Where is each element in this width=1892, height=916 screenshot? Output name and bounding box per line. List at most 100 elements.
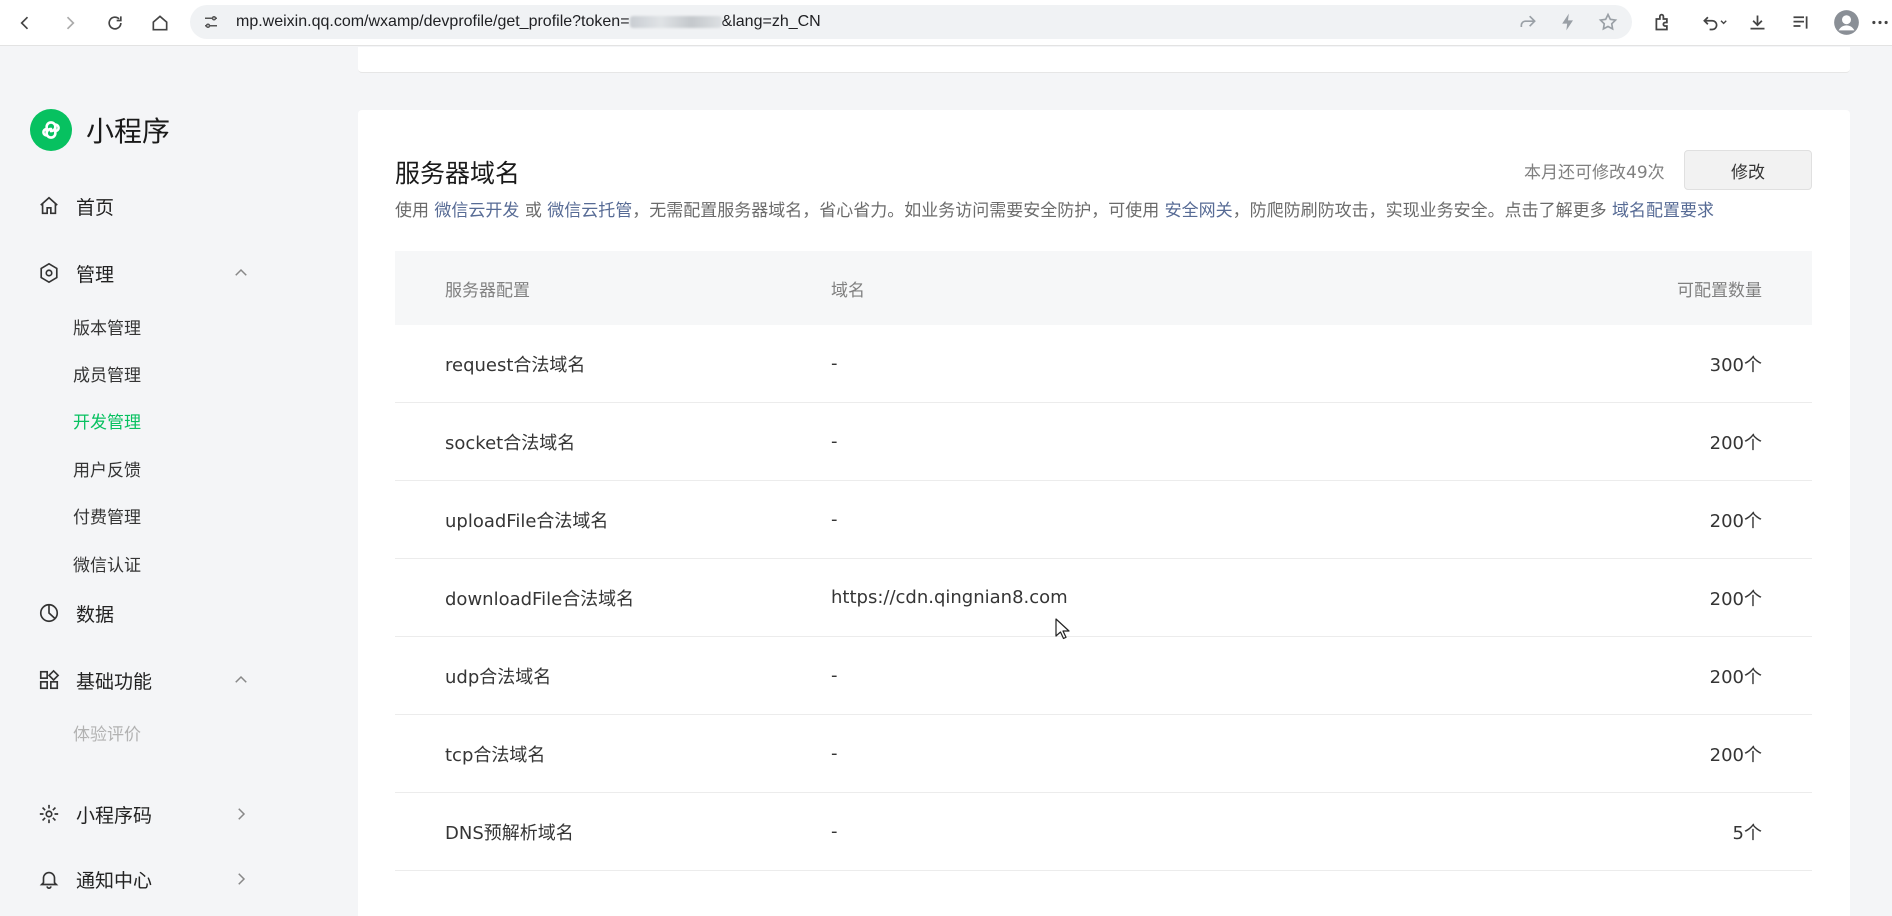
mouse-cursor-icon <box>1055 618 1070 640</box>
sidebar-item-verification[interactable]: 微信认证 <box>73 551 141 576</box>
desc-text-2: 或 <box>524 201 542 221</box>
sidebar-item-members[interactable]: 成员管理 <box>73 361 141 386</box>
more-menu-icon[interactable] <box>1870 10 1890 34</box>
hexagon-settings-icon <box>38 261 62 285</box>
nav-qrcode-label: 小程序码 <box>76 804 153 827</box>
undo-dropdown-icon[interactable] <box>1697 10 1731 34</box>
download-icon[interactable] <box>1745 10 1769 34</box>
row-config: udp合法域名 <box>445 666 552 688</box>
row-config: socket合法域名 <box>445 432 576 454</box>
nav-basic[interactable]: 基础功能 <box>38 665 250 695</box>
link-cloud-dev[interactable]: 微信云开发 <box>434 201 519 221</box>
section-description: 使用 微信云开发 或 微信云托管，无需配置服务器域名，省心省力。如业务访问需要安… <box>395 196 1714 221</box>
home-icon[interactable] <box>145 8 175 38</box>
link-cloud-hosting[interactable]: 微信云托管 <box>547 201 632 221</box>
row-count: 200个 <box>1709 588 1762 610</box>
extensions-icon[interactable] <box>1650 10 1674 34</box>
row-domain: - <box>831 509 838 530</box>
token-redacted <box>629 15 722 28</box>
table-row: socket合法域名 - 200个 <box>395 403 1812 481</box>
domain-table: 服务器配置 域名 可配置数量 request合法域名 - 300个 socket… <box>395 251 1812 871</box>
modify-button[interactable]: 修改 <box>1684 150 1812 190</box>
row-domain: - <box>831 821 838 842</box>
column-header-count: 可配置数量 <box>1677 280 1762 301</box>
row-count: 200个 <box>1709 666 1762 688</box>
sidebar-item-payment[interactable]: 付费管理 <box>73 503 141 528</box>
row-config: downloadFile合法域名 <box>445 588 635 610</box>
nav-data[interactable]: 数据 <box>38 598 250 628</box>
sidebar-item-dev-manage[interactable]: 开发管理 <box>73 408 141 433</box>
forward-icon[interactable] <box>55 8 85 38</box>
nav-home-label: 首页 <box>76 196 115 219</box>
row-config: uploadFile合法域名 <box>445 510 609 532</box>
back-icon[interactable] <box>10 8 40 38</box>
table-row: udp合法域名 - 200个 <box>395 637 1812 715</box>
sidebar-item-feedback[interactable]: 用户反馈 <box>73 456 141 481</box>
star-icon[interactable] <box>1598 12 1618 32</box>
nav-basic-label: 基础功能 <box>76 670 153 693</box>
row-domain: https://cdn.qingnian8.com <box>831 587 1068 608</box>
sidebar: 小程序 首页 管理 版本管理 成员管理 开发管理 用户反馈 付费管理 微信认证 … <box>0 47 358 916</box>
nav-qrcode[interactable]: 小程序码 <box>38 799 250 829</box>
share-icon[interactable] <box>1518 12 1538 32</box>
row-count: 200个 <box>1709 432 1762 454</box>
row-config: tcp合法域名 <box>445 744 546 766</box>
nav-home[interactable]: 首页 <box>38 191 250 221</box>
brand-name: 小程序 <box>86 115 171 148</box>
section-title: 服务器域名 <box>395 159 521 188</box>
table-row: uploadFile合法域名 - 200个 <box>395 481 1812 559</box>
url-suffix: &lang=zh_CN <box>721 13 821 30</box>
browser-toolbar: mp.weixin.qq.com/wxamp/devprofile/get_pr… <box>0 0 1892 46</box>
table-row: request合法域名 - 300个 <box>395 325 1812 403</box>
url-prefix: mp.weixin.qq.com/wxamp/devprofile/get_pr… <box>236 13 630 30</box>
sun-code-icon <box>38 802 62 826</box>
server-domain-card: 服务器域名 使用 微信云开发 或 微信云托管，无需配置服务器域名，省心省力。如业… <box>358 110 1850 916</box>
chevron-up-icon[interactable] <box>232 671 250 689</box>
previous-card-bottom <box>358 47 1850 73</box>
miniprogram-logo-icon <box>30 109 72 151</box>
chevron-right-icon[interactable] <box>232 805 250 823</box>
grid-apps-icon <box>38 668 62 692</box>
row-domain: - <box>831 353 838 374</box>
sidebar-item-experience-rating[interactable]: 体验评价 <box>73 720 141 745</box>
row-domain: - <box>831 665 838 686</box>
sidebar-item-version[interactable]: 版本管理 <box>73 314 141 339</box>
column-header-config: 服务器配置 <box>445 280 530 301</box>
profile-avatar-icon[interactable] <box>1832 8 1860 36</box>
nav-notify-label: 通知中心 <box>76 869 153 892</box>
row-domain: - <box>831 431 838 452</box>
desc-text-3: ，无需配置服务器域名，省心省力。如业务访问需要安全防护，可使用 <box>632 201 1160 221</box>
url-text: mp.weixin.qq.com/wxamp/devprofile/get_pr… <box>236 13 821 31</box>
reading-list-icon[interactable] <box>1788 10 1812 34</box>
nav-manage-label: 管理 <box>76 263 115 286</box>
lightning-icon[interactable] <box>1558 12 1578 32</box>
chevron-right-icon[interactable] <box>232 870 250 888</box>
link-security-gateway[interactable]: 安全网关 <box>1165 201 1233 221</box>
row-domain: - <box>831 743 838 764</box>
table-row: DNS预解析域名 - 5个 <box>395 793 1812 871</box>
row-config: DNS预解析域名 <box>445 822 574 844</box>
desc-text-4: ，防爬防刷防攻击，实现业务安全。点击了解更多 <box>1232 201 1607 221</box>
table-header: 服务器配置 域名 可配置数量 <box>395 251 1812 325</box>
link-domain-requirements[interactable]: 域名配置要求 <box>1612 201 1714 221</box>
table-row: tcp合法域名 - 200个 <box>395 715 1812 793</box>
address-bar[interactable]: mp.weixin.qq.com/wxamp/devprofile/get_pr… <box>190 5 1632 39</box>
chevron-up-icon[interactable] <box>232 264 250 282</box>
reload-icon[interactable] <box>100 8 130 38</box>
nav-notify[interactable]: 通知中心 <box>38 864 250 894</box>
row-config: request合法域名 <box>445 354 586 376</box>
row-count: 200个 <box>1709 744 1762 766</box>
row-count: 300个 <box>1709 354 1762 376</box>
nav-data-label: 数据 <box>76 603 115 626</box>
table-row: downloadFile合法域名 https://cdn.qingnian8.c… <box>395 559 1812 637</box>
bell-icon <box>38 867 62 891</box>
brand-logo[interactable]: 小程序 <box>30 109 170 151</box>
nav-manage[interactable]: 管理 <box>38 258 250 288</box>
site-settings-icon[interactable] <box>202 12 222 32</box>
modify-quota: 本月还可修改49次 <box>1524 163 1665 183</box>
desc-text-1: 使用 <box>395 201 429 221</box>
pie-chart-icon <box>38 601 62 625</box>
column-header-domain: 域名 <box>831 280 865 301</box>
home-icon <box>38 194 62 218</box>
row-count: 200个 <box>1709 510 1762 532</box>
